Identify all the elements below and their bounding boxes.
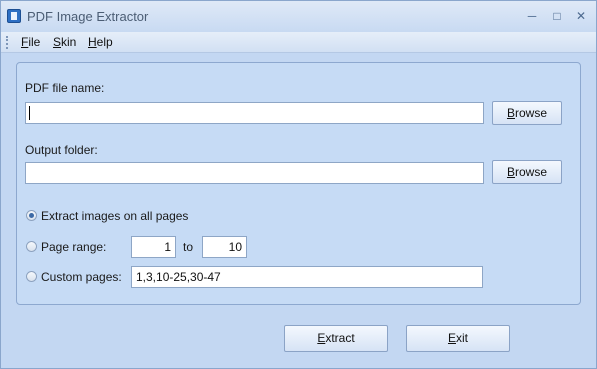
menu-file[interactable]: File (21, 35, 40, 49)
browse-pdf-button[interactable]: Browse (492, 101, 562, 125)
main-window: PDF Image Extractor ─ □ ✕ File Skin Help… (0, 0, 597, 369)
minimize-button[interactable]: ─ (521, 7, 543, 25)
page-range-to-input[interactable]: 10 (202, 236, 247, 258)
all-pages-label[interactable]: Extract images on all pages (41, 209, 188, 223)
menu-help[interactable]: Help (88, 35, 113, 49)
radio-all-pages[interactable] (26, 210, 37, 221)
page-range-label[interactable]: Page range: (41, 240, 106, 254)
output-folder-input[interactable] (25, 162, 484, 184)
pdf-file-input[interactable] (25, 102, 484, 124)
window-title: PDF Image Extractor (27, 9, 149, 24)
custom-pages-input[interactable]: 1,3,10-25,30-47 (131, 266, 483, 288)
menu-skin[interactable]: Skin (53, 35, 76, 49)
radio-custom-pages[interactable] (26, 271, 37, 282)
page-range-to-label: to (183, 240, 194, 254)
exit-button[interactable]: Exit (406, 325, 510, 352)
maximize-button[interactable]: □ (546, 7, 568, 25)
radio-page-range[interactable] (26, 241, 37, 252)
output-folder-label: Output folder: (25, 143, 98, 157)
text-caret (29, 106, 30, 120)
app-pdf-icon (7, 9, 21, 23)
close-button[interactable]: ✕ (570, 7, 592, 25)
page-range-from-input[interactable]: 1 (131, 236, 176, 258)
menu-bar: File Skin Help (1, 32, 596, 53)
pdf-file-label: PDF file name: (25, 81, 105, 95)
extract-button[interactable]: Extract (284, 325, 388, 352)
custom-pages-label[interactable]: Custom pages: (41, 270, 122, 284)
toolbar-grip-icon[interactable] (6, 36, 9, 49)
browse-output-button[interactable]: Browse (492, 160, 562, 184)
title-bar[interactable]: PDF Image Extractor ─ □ ✕ (1, 1, 596, 32)
